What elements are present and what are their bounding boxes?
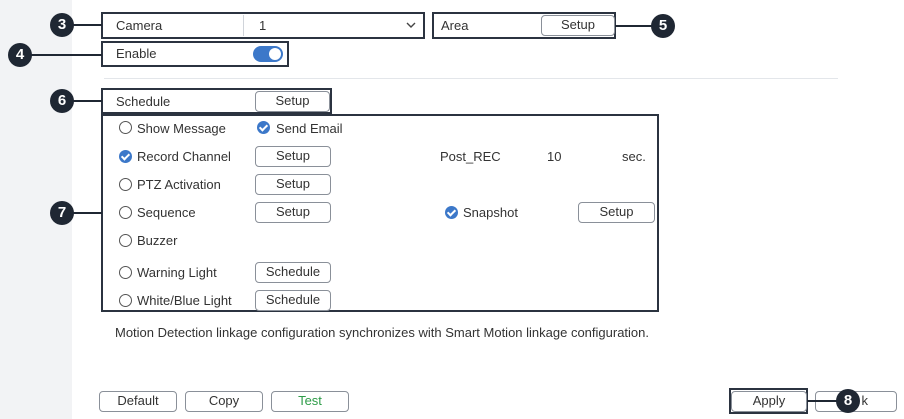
sequence-radio[interactable] [119,206,132,219]
post-rec-label: Post_REC [440,149,501,164]
callout-8: 8 [836,389,860,413]
buzzer-label: Buzzer [137,233,178,248]
post-rec-unit: sec. [622,149,646,164]
snapshot-check[interactable] [445,206,458,219]
test-button[interactable]: Test [271,391,349,412]
callout-7: 7 [50,201,74,225]
white-blue-light-schedule-button[interactable]: Schedule [255,290,331,311]
default-button[interactable]: Default [99,391,177,412]
snapshot-setup-button[interactable]: Setup [578,202,655,223]
callout-8-line [807,400,837,402]
send-email-label: Send Email [276,121,343,136]
enable-toggle[interactable] [253,46,283,62]
camera-select[interactable]: 1 [243,15,423,36]
enable-label: Enable [116,46,157,61]
camera-select-divider [243,15,244,36]
callout-6-line [73,100,102,102]
record-channel-setup-button[interactable]: Setup [255,146,331,167]
post-rec-input[interactable]: 10 [539,145,615,168]
record-channel-check[interactable] [119,150,132,163]
section-divider [104,78,838,79]
callout-4-line [31,54,102,56]
record-channel-label: Record Channel [137,149,231,164]
callout-3: 3 [50,13,74,37]
back-button-label: k [861,393,869,408]
area-setup-button[interactable]: Setup [541,15,615,36]
area-label: Area [441,18,469,33]
show-message-label: Show Message [137,121,226,136]
send-email-check[interactable] [257,121,270,134]
chevron-down-icon [405,19,417,31]
show-message-radio[interactable] [119,121,132,134]
toggle-knob [269,48,281,60]
callout-6: 6 [50,89,74,113]
callout-3-line [73,24,102,26]
white-blue-light-radio[interactable] [119,294,132,307]
ptz-activation-radio[interactable] [119,178,132,191]
buzzer-radio[interactable] [119,234,132,247]
callout-7-line [73,212,102,214]
callout-4: 4 [8,43,32,67]
sequence-label: Sequence [137,205,196,220]
snapshot-label: Snapshot [463,205,518,220]
white-blue-light-label: White/Blue Light [137,293,232,308]
linkage-note: Motion Detection linkage configuration s… [115,325,650,340]
ptz-activation-setup-button[interactable]: Setup [255,174,331,195]
schedule-label: Schedule [116,94,171,109]
ptz-activation-label: PTZ Activation [137,177,221,192]
warning-light-radio[interactable] [119,266,132,279]
schedule-setup-button[interactable]: Setup [255,91,330,112]
warning-light-schedule-button[interactable]: Schedule [255,262,331,283]
callout-5-line [615,25,652,27]
camera-select-value: 1 [259,18,267,33]
copy-button[interactable]: Copy [185,391,263,412]
post-rec-value: 10 [547,149,562,164]
warning-light-label: Warning Light [137,265,217,280]
sequence-setup-button[interactable]: Setup [255,202,331,223]
camera-label: Camera [116,18,163,33]
callout-5: 5 [651,14,675,38]
apply-button[interactable]: Apply [731,391,807,412]
